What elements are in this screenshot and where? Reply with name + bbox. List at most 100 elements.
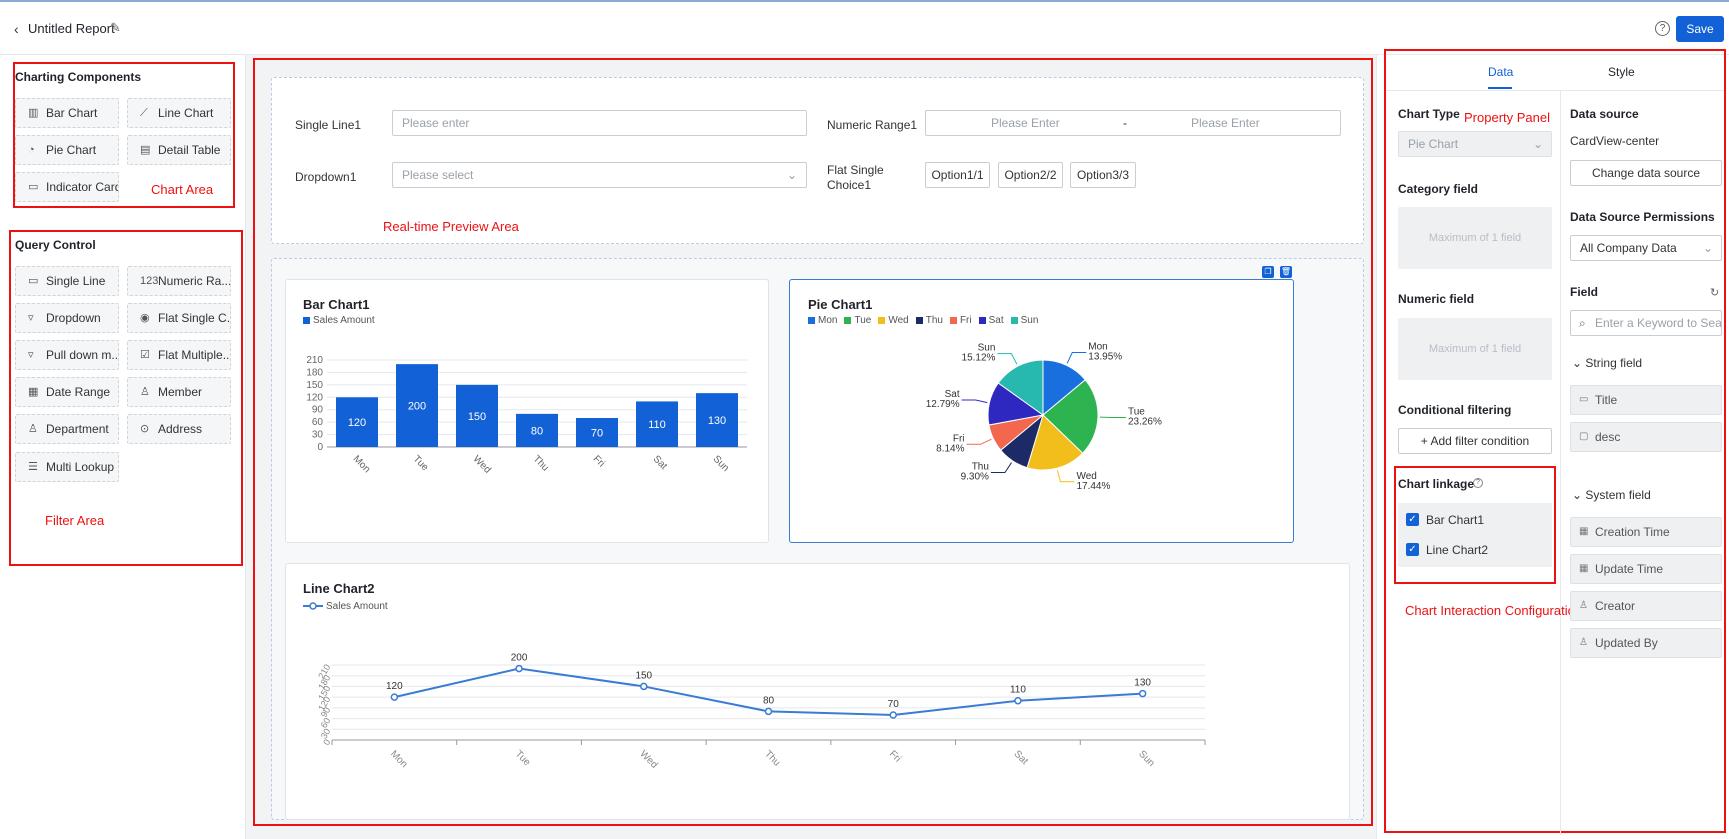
system-field-group[interactable]: ⌄ System field — [1572, 488, 1651, 502]
bar-value-label: 110 — [648, 419, 666, 431]
tab-style[interactable]: Style — [1608, 65, 1635, 79]
bar-y-tick: 30 — [312, 430, 324, 441]
bar-y-tick: 210 — [306, 355, 323, 366]
pie-percent-label: 17.44% — [1076, 481, 1110, 492]
change-data-source-button[interactable]: Change data source — [1570, 160, 1722, 186]
add-filter-condition-button[interactable]: + Add filter condition — [1398, 428, 1552, 454]
bar-y-tick: 60 — [312, 417, 324, 428]
linkage-item-bar-chart[interactable]: Bar Chart1 — [1426, 513, 1484, 527]
component-flat-multiple[interactable]: ☑ Flat Multiple... — [127, 340, 231, 370]
help-icon[interactable]: ? — [1655, 21, 1670, 36]
numeric-field-label: Numeric field — [1398, 292, 1475, 306]
numeric-to[interactable]: Please Enter — [1191, 111, 1260, 135]
line-x-tick: Tue — [513, 749, 533, 769]
component-line-chart[interactable]: ⟋ Line Chart — [127, 98, 231, 128]
bar-x-tick: Sat — [651, 454, 670, 473]
field-item-creator[interactable]: ♙ Creator — [1570, 591, 1722, 621]
component-bar-chart[interactable]: ▥ Bar Chart — [15, 98, 119, 128]
field-item-title[interactable]: ▭ Title — [1570, 385, 1722, 415]
report-title: Untitled Report — [28, 21, 115, 36]
category-field-dropzone[interactable]: Maximum of 1 field — [1398, 207, 1552, 269]
numeric-field-dropzone[interactable]: Maximum of 1 field — [1398, 318, 1552, 380]
linkage-item-line-chart[interactable]: Line Chart2 — [1426, 543, 1488, 557]
component-address[interactable]: ⊙ Address — [127, 414, 231, 444]
component-multi-lookup[interactable]: ☰ Multi Lookup — [15, 452, 119, 482]
chart-linkage-label: Chart linkage — [1398, 477, 1475, 491]
pie-legend-item[interactable]: Tue — [844, 315, 871, 326]
line-point — [640, 682, 648, 691]
pie-legend-item[interactable]: Fri — [949, 315, 972, 326]
flat-single-label-1: Flat Single — [827, 163, 884, 177]
numeric-icon: 123 — [140, 275, 159, 287]
pie-percent-label: 12.79% — [926, 399, 960, 410]
delete-icon[interactable]: 🗑 — [1280, 266, 1292, 278]
field-item-desc[interactable]: ▢ desc — [1570, 422, 1722, 452]
line-value-label: 70 — [888, 699, 900, 710]
component-department[interactable]: ♙ Department — [15, 414, 119, 444]
pie-chart-icon: ◔ — [28, 144, 35, 156]
copy-icon[interactable]: ❐ — [1262, 266, 1274, 278]
text-field-icon: ▭ — [1579, 394, 1589, 405]
pie-legend-item[interactable]: Mon — [808, 315, 837, 326]
component-single-line[interactable]: ▭ Single Line — [15, 266, 119, 296]
component-detail-table[interactable]: ▤ Detail Table — [127, 135, 231, 165]
legend-swatch — [949, 317, 957, 324]
chevron-down-icon: ⌄ — [1572, 356, 1586, 370]
component-date-range[interactable]: ▦ Date Range — [15, 377, 119, 407]
component-pie-chart[interactable]: ◔ Pie Chart — [15, 135, 119, 165]
field-item-creation-time[interactable]: ▦ Creation Time — [1570, 517, 1722, 547]
line-point — [889, 711, 897, 719]
numeric-range-input[interactable]: Please Enter - Please Enter — [925, 110, 1341, 136]
pie-legend-item[interactable]: Sat — [978, 315, 1004, 326]
pie-legend-item[interactable]: Sun — [1010, 315, 1038, 326]
person-icon: ♙ — [1579, 637, 1588, 648]
pie-legend-item[interactable]: Thu — [915, 315, 943, 326]
pie-chart-title: Pie Chart1 — [808, 297, 873, 312]
pie-percent-label: 8.14% — [936, 443, 964, 454]
property-panel-annotation: Property Panel — [1464, 110, 1550, 125]
pie-legend-item[interactable]: Wed — [878, 315, 909, 326]
edit-pencil-icon[interactable]: ✎ — [110, 20, 121, 36]
component-numeric-range[interactable]: 123 Numeric Ra... — [127, 266, 231, 296]
line-x-tick: Mon — [388, 749, 410, 771]
bar-y-tick: 180 — [306, 367, 323, 378]
help-icon[interactable]: ? — [1473, 478, 1483, 488]
checkbox-checked-icon[interactable]: ✓ — [1406, 543, 1419, 556]
option-3[interactable]: Option3/3 — [1070, 162, 1136, 188]
save-button[interactable]: Save — [1676, 16, 1724, 42]
numeric-from[interactable]: Please Enter — [991, 111, 1060, 135]
dropdown-select[interactable]: Please select ⌄ — [392, 162, 807, 188]
numeric-range-label: Numeric Range1 — [827, 118, 918, 132]
single-line-input[interactable]: Please enter — [392, 110, 807, 136]
option-1[interactable]: Option1/1 — [925, 162, 990, 188]
field-item-update-time[interactable]: ▦ Update Time — [1570, 554, 1722, 584]
column-divider — [1560, 90, 1561, 835]
field-search-input[interactable]: ⌕ Enter a Keyword to Sea — [1570, 310, 1722, 336]
radio-icon: ◉ — [140, 312, 150, 324]
back-chevron-icon[interactable]: ‹ — [14, 21, 24, 37]
tab-data[interactable]: Data — [1488, 65, 1513, 79]
component-dropdown[interactable]: ▿ Dropdown — [15, 303, 119, 333]
line-value-label: 130 — [1134, 678, 1151, 689]
pie-percent-label: 13.95% — [1088, 352, 1122, 363]
component-flat-single-choice[interactable]: ◉ Flat Single C... — [127, 303, 231, 333]
chart-type-select[interactable]: Pie Chart ⌄ — [1398, 131, 1552, 157]
component-member[interactable]: ♙ Member — [127, 377, 231, 407]
field-item-updated-by[interactable]: ♙ Updated By — [1570, 628, 1722, 658]
pie-leader-line — [990, 462, 1012, 474]
line-value-label: 150 — [635, 670, 652, 681]
data-source-permissions-label: Data Source Permissions — [1570, 210, 1715, 224]
line-x-tick: Fri — [887, 749, 903, 765]
pie-percent-label: 23.26% — [1128, 417, 1162, 428]
bar-chart-legend: Sales Amount — [303, 315, 375, 326]
permissions-select[interactable]: All Company Data ⌄ — [1570, 235, 1722, 261]
string-field-group[interactable]: ⌄ String field — [1572, 356, 1642, 370]
checkbox-checked-icon[interactable]: ✓ — [1406, 513, 1419, 526]
refresh-icon[interactable]: ↻ — [1710, 286, 1719, 299]
data-source-value: CardView-center — [1570, 134, 1660, 148]
bar-value-label: 130 — [708, 415, 726, 427]
option-2[interactable]: Option2/2 — [998, 162, 1063, 188]
component-pull-down-multiple[interactable]: ▿ Pull down m... — [15, 340, 119, 370]
component-indicator-card[interactable]: ▭ Indicator Card — [15, 172, 119, 202]
location-icon: ⊙ — [140, 423, 150, 435]
